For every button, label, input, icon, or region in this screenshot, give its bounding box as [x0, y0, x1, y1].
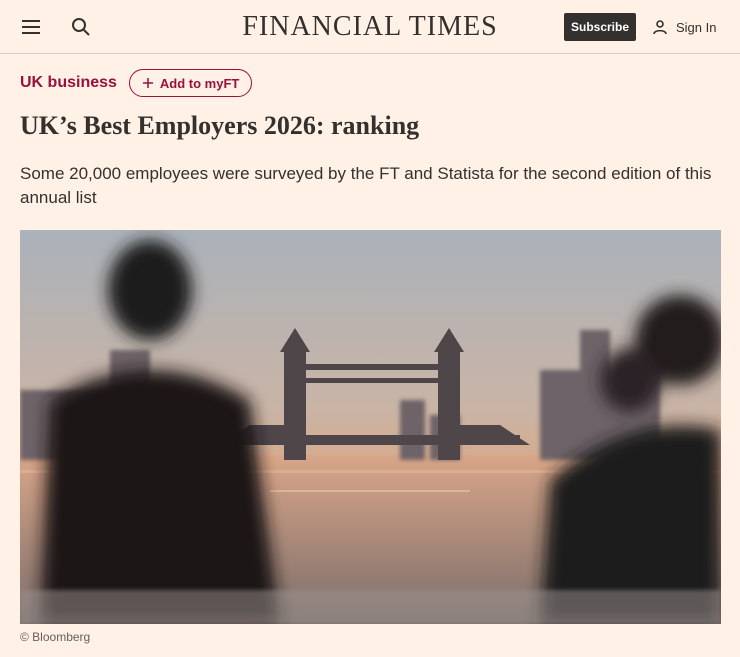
- site-header: FINANCIAL TIMES Subscribe Sign In: [0, 0, 740, 54]
- ft-masthead-logo[interactable]: FINANCIAL TIMES: [200, 10, 540, 44]
- sign-in-label: Sign In: [676, 19, 717, 35]
- add-to-myft-label: Add to myFT: [159, 75, 240, 91]
- article-standfirst: Some 20,000 employees were surveyed by t…: [20, 164, 712, 207]
- topic-row: UK business Add to myFT: [20, 69, 253, 97]
- topic-link-uk-business[interactable]: UK business: [20, 74, 117, 92]
- add-to-myft-button[interactable]: Add to myFT: [128, 69, 253, 97]
- image-caption: © Bloomberg: [20, 630, 91, 644]
- subscribe-button[interactable]: Subscribe: [564, 13, 636, 41]
- menu-icon-bar: [22, 26, 40, 28]
- user-icon: [653, 20, 667, 35]
- menu-icon-bar: [22, 32, 40, 34]
- menu-button[interactable]: [20, 17, 42, 37]
- tower-bridge-silhouette-photo: [20, 230, 721, 624]
- article-headline: UK’s Best Employers 2026: ranking: [20, 111, 420, 140]
- search-icon: [72, 18, 90, 36]
- menu-icon-bar: [22, 20, 40, 22]
- hero-image: [20, 230, 721, 624]
- search-button[interactable]: [70, 16, 92, 38]
- plus-icon: [142, 78, 153, 88]
- sign-in-link[interactable]: Sign In: [652, 16, 716, 38]
